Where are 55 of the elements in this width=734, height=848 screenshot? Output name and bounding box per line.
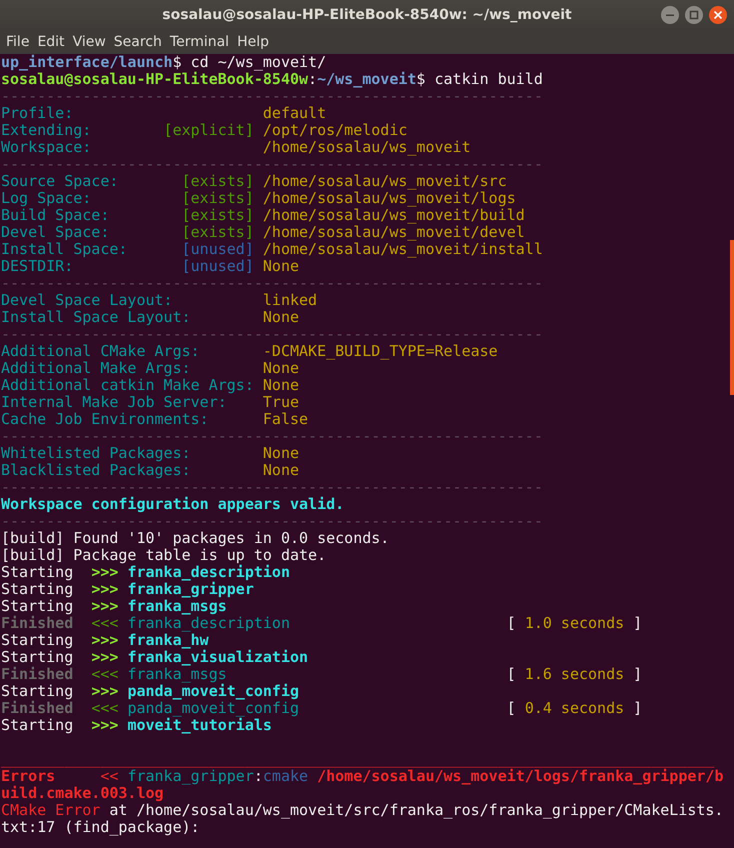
- scrollbar-thumb[interactable]: [730, 240, 734, 395]
- terminal-line: Install Space: [unused] /home/sosalau/ws_moveit/install: [1, 241, 543, 258]
- terminal-line: Finished <<< franka_description [ 1.0 seconds ]: [1, 615, 642, 632]
- terminal-line: Workspace: /home/sosalau/ws_moveit: [1, 139, 471, 156]
- terminal-line: ------------------------------------------------------------: [1, 479, 543, 496]
- terminal-line: Errors << franka_gripper:cmake /home/sosalau/ws_moveit/logs/franka_gripper/b: [1, 768, 724, 785]
- terminal-line: Devel Space: [exists] /home/sosalau/ws_moveit/devel: [1, 224, 525, 241]
- terminal-line: up_interface/launch$ cd ~/ws_moveit/: [1, 54, 326, 71]
- menu-item[interactable]: Help: [233, 34, 273, 50]
- terminal-line: Profile: default: [1, 105, 326, 122]
- terminal-line: ------------------------------------------------------------: [1, 88, 543, 105]
- terminal-line: Finished <<< franka_msgs [ 1.6 seconds ]: [1, 666, 642, 683]
- menu-item[interactable]: File: [2, 34, 34, 50]
- terminal-line: Additional catkin Make Args: None: [1, 377, 300, 394]
- minimize-icon[interactable]: [660, 5, 680, 25]
- terminal-line: Starting >>> franka_hw: [1, 632, 209, 649]
- terminal-line: ------------------------------------------------------------: [1, 156, 543, 173]
- terminal-line: _______________________________________________________________________________: [1, 751, 714, 768]
- terminal-line: ------------------------------------------------------------: [1, 275, 543, 292]
- terminal-line: DESTDIR: [unused] None: [1, 258, 300, 275]
- terminal-line: sosalau@sosalau-HP-EliteBook-8540w:~/ws_moveit$ catkin build: [1, 71, 543, 88]
- terminal-line: Log Space: [exists] /home/sosalau/ws_moveit/logs: [1, 190, 516, 207]
- terminal-line: Starting >>> panda_moveit_config: [1, 683, 300, 700]
- terminal-line: ------------------------------------------------------------: [1, 326, 543, 343]
- terminal-line: Internal Make Job Server: True: [1, 394, 300, 411]
- terminal-line: Finished <<< panda_moveit_config [ 0.4 seconds ]: [1, 700, 642, 717]
- terminal-line: Extending: [explicit] /opt/ros/melodic: [1, 122, 408, 139]
- terminal-line: [build] Package table is up to date.: [1, 547, 326, 564]
- terminal-line: Starting >>> franka_visualization: [1, 649, 308, 666]
- terminal-line: Install Space Layout: None: [1, 309, 300, 326]
- terminal-line: Devel Space Layout: linked: [1, 292, 318, 309]
- terminal-line: Starting >>> moveit_tutorials: [1, 717, 272, 734]
- terminal-line: ------------------------------------------------------------: [1, 513, 543, 530]
- terminal-line: Starting >>> franka_msgs: [1, 598, 227, 615]
- terminal-line: Blacklisted Packages: None: [1, 462, 300, 479]
- window-title: sosalau@sosalau-HP-EliteBook-8540w: ~/ws_moveit: [162, 7, 572, 23]
- terminal-line: Cache Job Environments: False: [1, 411, 308, 428]
- close-icon[interactable]: [708, 5, 728, 25]
- menu-item[interactable]: View: [68, 34, 110, 50]
- terminal-line: Additional CMake Args: -DCMAKE_BUILD_TYPE=Release: [1, 343, 498, 360]
- terminal-line: ------------------------------------------------------------: [1, 428, 543, 445]
- terminal-line: [build] Found '10' packages in 0.0 seconds.: [1, 530, 390, 547]
- terminal-line: Starting >>> franka_gripper: [1, 581, 254, 598]
- terminal-line: Build Space: [exists] /home/sosalau/ws_moveit/build: [1, 207, 525, 224]
- terminal-line: uild.cmake.003.log: [1, 785, 164, 802]
- menu-item[interactable]: Edit: [33, 34, 69, 50]
- terminal-line: CMake Error at /home/sosalau/ws_moveit/src/franka_ros/franka_gripper/CMakeLists.: [1, 802, 724, 819]
- terminal-line: Additional Make Args: None: [1, 360, 300, 377]
- menu-item[interactable]: Search: [110, 34, 166, 50]
- terminal-line: Whitelisted Packages: None: [1, 445, 300, 462]
- terminal-line: txt:17 (find_package):: [1, 819, 200, 836]
- terminal-line: Starting >>> franka_description: [1, 564, 290, 581]
- terminal-line: Workspace configuration appears valid.: [1, 496, 344, 513]
- terminal-line: Source Space: [exists] /home/sosalau/ws_moveit/src: [1, 173, 507, 190]
- menu-item[interactable]: Terminal: [166, 34, 234, 50]
